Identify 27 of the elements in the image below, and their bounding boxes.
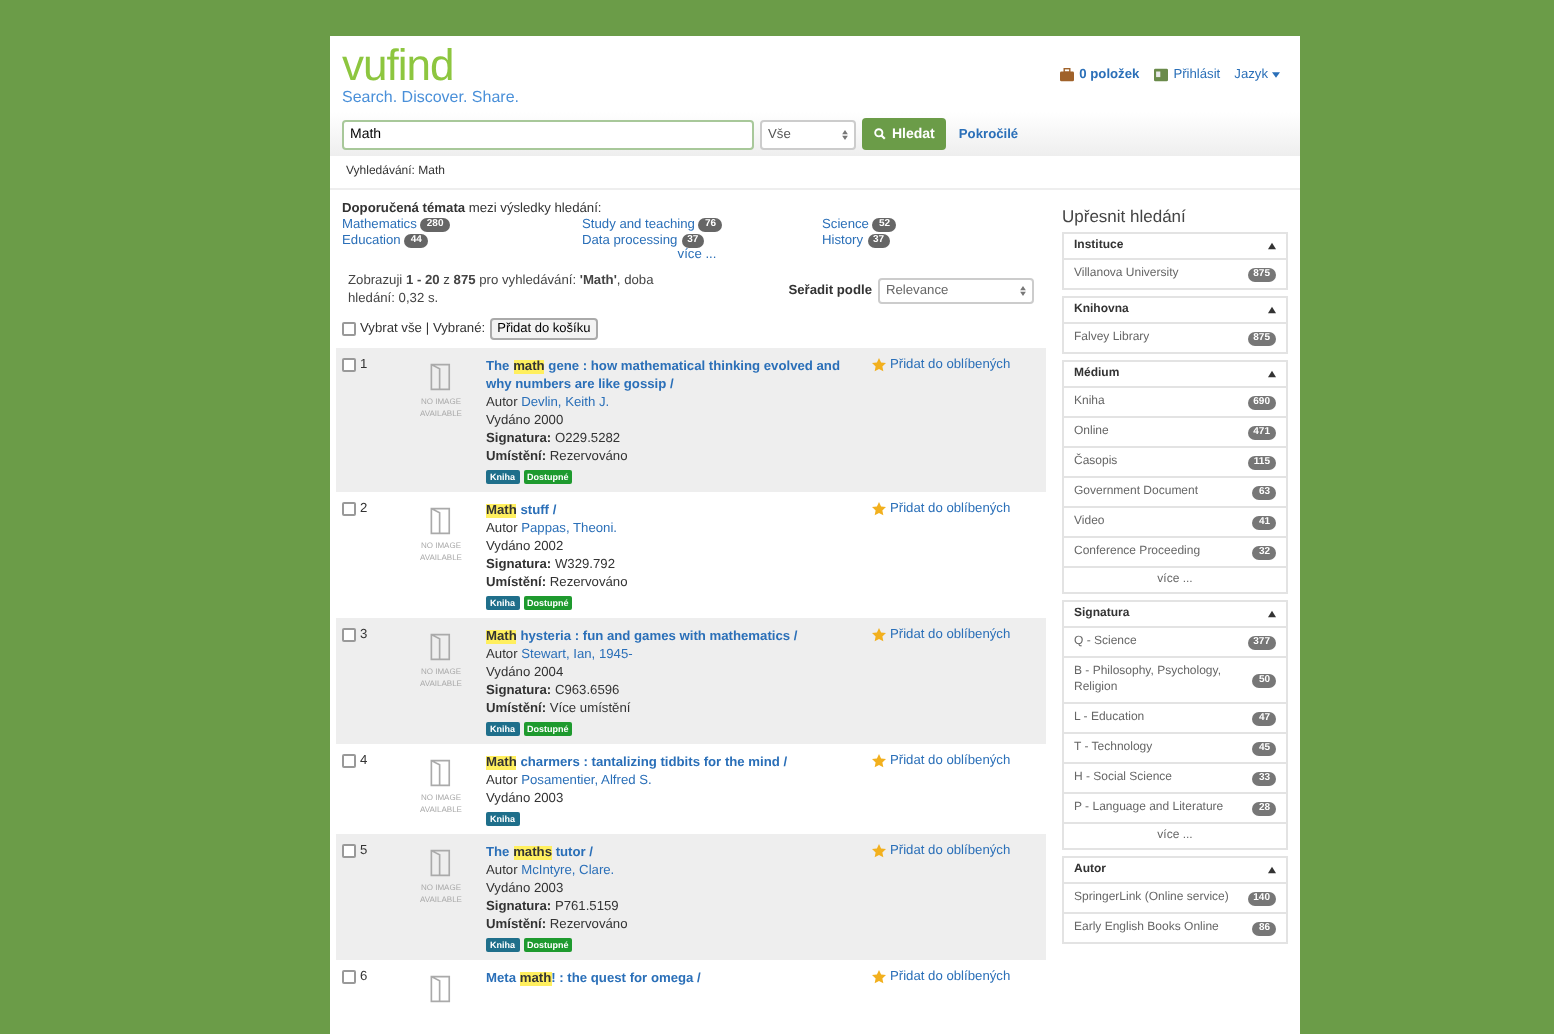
result-checkbox[interactable] [342, 844, 356, 858]
book-icon [430, 848, 452, 878]
star-icon [872, 502, 886, 516]
book-icon [430, 758, 452, 788]
briefcase-icon [1059, 68, 1074, 82]
book-icon [430, 632, 452, 662]
star-icon [872, 970, 886, 984]
dropdown-arrows-icon [842, 129, 848, 139]
sidebar-title: Upřesnit hledání [1062, 206, 1188, 226]
result-checkbox[interactable] [342, 754, 356, 768]
result-checkbox[interactable] [342, 628, 356, 642]
star-icon [872, 358, 886, 372]
star-icon [872, 844, 886, 858]
id-card-icon [1153, 68, 1168, 82]
book-icon [430, 506, 452, 536]
select-all-checkbox[interactable] [342, 322, 356, 336]
star-icon [872, 754, 886, 768]
tagline: Search. Discover. Share. [342, 88, 519, 106]
book-icon [430, 974, 452, 1004]
result-checkbox[interactable] [342, 502, 356, 516]
search-icon [874, 128, 886, 140]
book-icon [430, 362, 452, 392]
result-checkbox[interactable] [342, 358, 356, 372]
result-checkbox[interactable] [342, 970, 356, 984]
dropdown-arrows-icon [1020, 285, 1026, 295]
caret-icon [1272, 72, 1280, 78]
star-icon [872, 628, 886, 642]
